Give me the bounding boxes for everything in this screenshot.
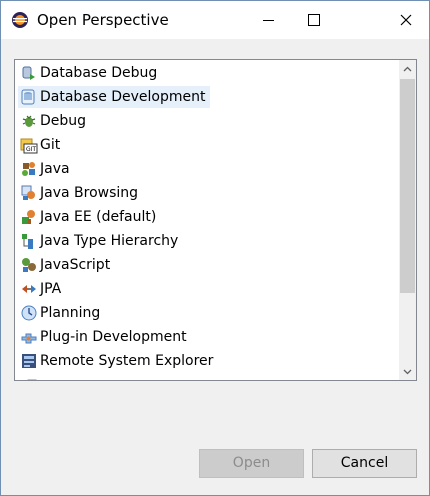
list-item-label: Java Type Hierarchy [40,233,179,249]
list-item[interactable]: Remote System Explorer [18,350,217,372]
list-item-label: JPA [40,281,62,297]
list-item-label: Planning [40,305,101,321]
list-item-label: Java [40,161,70,177]
close-icon [400,14,412,26]
database-development-icon [21,89,35,105]
cancel-button[interactable]: Cancel [312,449,417,478]
list-item[interactable]: JPA [18,278,65,300]
title-bar: Open Perspective [1,1,429,39]
java-type-hierarchy-icon [22,234,33,249]
maximize-icon [308,14,320,26]
list-item[interactable]: Debug [18,110,90,132]
list-item[interactable] [18,374,44,380]
maximize-button[interactable] [291,1,337,39]
list-item-label: Java EE (default) [40,209,157,225]
list-item[interactable]: Java [18,158,74,180]
eclipse-icon [12,12,28,28]
open-button[interactable]: Open [199,449,304,478]
java-icon [22,162,35,176]
list-item-label: Debug [40,113,87,129]
window-title: Open Perspective [37,11,169,29]
perspective-list[interactable]: Database Debug Database Development Debug G… [14,59,417,381]
list-item[interactable]: Database Development [18,86,210,108]
debug-bug-icon [22,115,36,127]
scroll-up-button[interactable] [399,60,416,77]
list-item-label: JavaScript [40,257,111,273]
database-debug-icon [22,66,35,80]
scroll-down-button[interactable] [399,363,416,380]
java-browsing-icon [21,185,35,200]
list-item-label: Git [40,137,61,153]
svg-text:GIT: GIT [26,146,36,153]
git-icon: GIT [20,138,38,154]
scrollbar-thumb[interactable] [400,79,415,293]
vertical-scrollbar[interactable] [399,60,416,380]
minimize-icon [262,19,274,21]
list-item-label: Plug-in Development [40,329,187,345]
list-item-label: Database Development [40,89,206,105]
open-perspective-dialog: Open Perspective Database Debug Database … [0,0,430,496]
javascript-icon [22,258,36,272]
list-item-label: Remote System Explorer [40,353,214,369]
list-item[interactable]: Java Browsing [18,182,142,204]
plugin-icon [21,333,37,344]
list-item[interactable]: Database Debug [18,62,161,84]
folder-icon [27,379,37,380]
close-button[interactable] [383,1,429,39]
java-ee-icon [22,210,35,224]
remote-system-icon [22,354,36,368]
list-item[interactable]: GIT Git [18,134,64,156]
dialog-content: Database Debug Database Development Debug G… [1,39,429,495]
list-item[interactable]: Java Type Hierarchy [18,230,182,252]
chevron-down-icon [403,369,412,374]
list-item-label: Database Debug [40,65,158,81]
planning-icon [21,305,37,321]
list-item[interactable]: Planning [18,302,104,324]
chevron-up-icon [403,66,412,71]
list-item[interactable]: JavaScript [18,254,114,276]
list-item-label: Java Browsing [40,185,139,201]
minimize-button[interactable] [245,1,291,39]
list-item[interactable]: Java EE (default) [18,206,160,228]
list-item[interactable]: Plug-in Development [18,326,191,348]
jpa-icon [22,285,36,293]
